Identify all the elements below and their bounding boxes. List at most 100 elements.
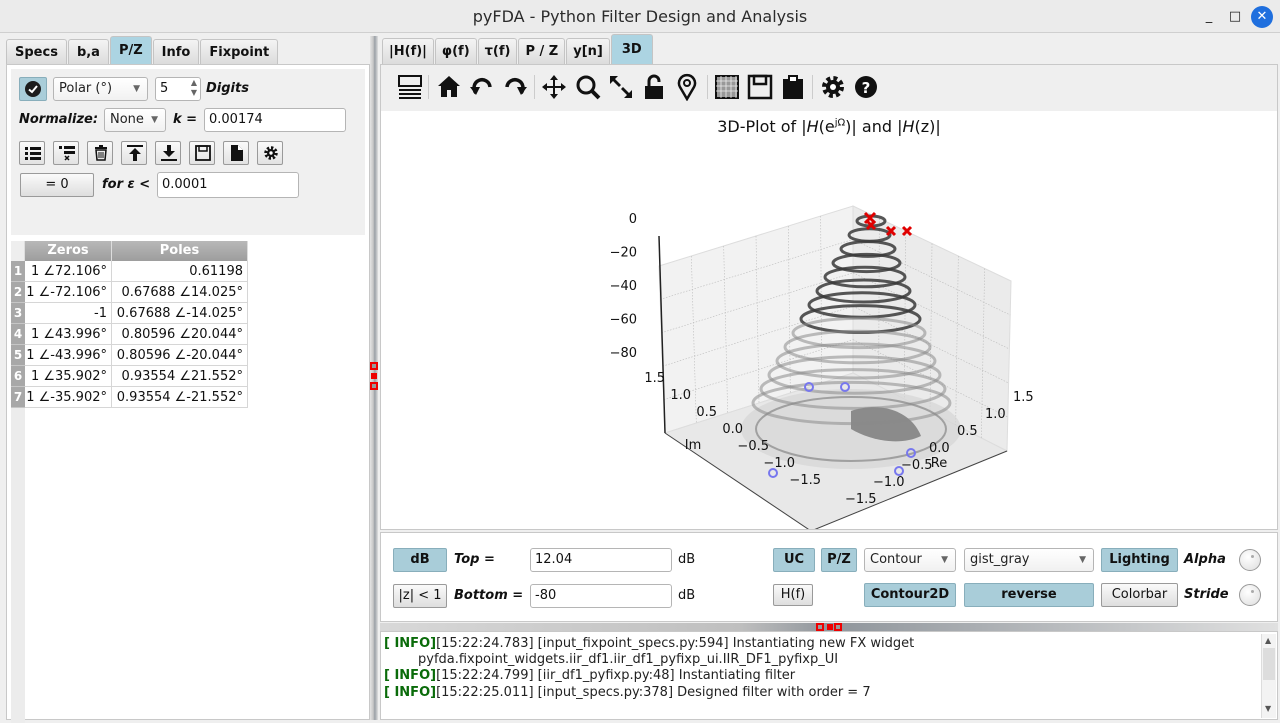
load-button[interactable]	[121, 141, 147, 165]
home-icon[interactable]	[435, 73, 463, 101]
splitter-handle-icon	[370, 362, 378, 370]
set-zero-button[interactable]: = 0	[20, 173, 94, 197]
pole-zero-button[interactable]: P/Z	[821, 548, 857, 572]
tab-info[interactable]: Info	[152, 39, 200, 64]
bottom-label: Bottom =	[454, 588, 524, 603]
zero-cell[interactable]: -1	[25, 303, 112, 324]
row-number[interactable]: 4	[11, 324, 25, 345]
db-toggle-button[interactable]: dB	[393, 548, 447, 572]
tab-3d[interactable]: 3D	[610, 34, 653, 64]
contour2d-button[interactable]: Contour2D	[864, 583, 956, 607]
pole-cell[interactable]: 0.80596 ∠-20.044°	[112, 345, 248, 366]
plot-controls: dB Top = 12.04 dB |z| < 1 Bottom = -80 d…	[380, 532, 1278, 622]
reverse-button[interactable]: reverse	[964, 583, 1094, 607]
settings-icon[interactable]	[819, 73, 847, 101]
digits-spinbox[interactable]: 5 ▲ ▼	[155, 77, 201, 101]
horizontal-splitter[interactable]	[380, 623, 1278, 631]
plot-type-select[interactable]: Contour ▼	[864, 548, 956, 572]
zero-cell[interactable]: 1 ∠35.902°	[25, 366, 112, 387]
row-number[interactable]: 7	[11, 387, 25, 408]
format-select[interactable]: Polar (°) ▼	[53, 77, 148, 101]
row-number[interactable]: 6	[11, 366, 25, 387]
tab-ba[interactable]: b,a	[67, 39, 109, 64]
pole-cell[interactable]: 0.61198	[112, 261, 248, 282]
log-console[interactable]: [ INFO][15:22:24.783] [input_fixpoint_sp…	[380, 631, 1278, 720]
help-icon[interactable]: ?	[852, 73, 880, 101]
scroll-down-icon[interactable]: ▼	[1265, 704, 1271, 713]
grid-icon[interactable]	[713, 73, 741, 101]
hf-button[interactable]: H(f)	[773, 584, 813, 606]
header-zeros[interactable]: Zeros	[25, 241, 112, 261]
redo-icon[interactable]	[501, 73, 529, 101]
delete-row-button[interactable]	[53, 141, 79, 165]
minimize-button[interactable]: _	[1200, 8, 1218, 26]
zoom-icon[interactable]	[574, 73, 602, 101]
pole-cell[interactable]: 0.93554 ∠-21.552°	[112, 387, 248, 408]
tab-fixpoint[interactable]: Fixpoint	[200, 39, 279, 64]
3d-plot-svg: 0 −20 −40 −60 −80 1.5 1.0 0.5 0.0 −0.5 −1.0 −1.5 1.5…	[610, 205, 1034, 529]
unit-circle-button[interactable]: UC	[773, 548, 815, 572]
im-axis-label: Im	[685, 438, 702, 453]
stride-dial[interactable]	[1239, 584, 1261, 606]
splitter-handle-icon	[827, 624, 833, 630]
maximize-button[interactable]: □	[1226, 8, 1244, 26]
row-number[interactable]: 3	[11, 303, 25, 324]
spin-arrows-icon[interactable]: ▲ ▼	[191, 78, 197, 98]
tab-phase[interactable]: φ(f)	[434, 38, 477, 64]
pole-cell[interactable]: 0.67688 ∠14.025°	[112, 282, 248, 303]
3d-plot-canvas[interactable]: 3D-Plot of |H(ejΩ)| and |H(z)| 0 −20 −40…	[381, 111, 1277, 529]
pole-cell[interactable]: 0.80596 ∠20.044°	[112, 324, 248, 345]
re-tick-label: 0.5	[957, 424, 978, 439]
log-text: [15:22:25.011] [input_specs.py:378] Desi…	[436, 685, 871, 700]
undo-icon[interactable]	[468, 73, 496, 101]
clear-table-button[interactable]	[87, 141, 113, 165]
lighting-button[interactable]: Lighting	[1101, 548, 1178, 572]
top-input[interactable]: 12.04	[530, 548, 672, 572]
pole-cell[interactable]: 0.67688 ∠-14.025°	[112, 303, 248, 324]
pole-cell[interactable]: 0.93554 ∠21.552°	[112, 366, 248, 387]
store-button[interactable]	[155, 141, 181, 165]
file-button[interactable]	[223, 141, 249, 165]
close-button[interactable]: ✕	[1251, 6, 1273, 28]
epsilon-input[interactable]: 0.0001	[157, 172, 299, 198]
zero-cell[interactable]: 1 ∠-43.996°	[25, 345, 112, 366]
tab-pz[interactable]: P/Z	[109, 36, 152, 64]
console-scrollbar[interactable]: ▲ ▼	[1261, 634, 1276, 718]
row-number[interactable]: 1	[11, 261, 25, 282]
top-unit: dB	[678, 552, 696, 567]
marker-icon[interactable]	[673, 73, 701, 101]
zero-cell[interactable]: 1 ∠-35.902°	[25, 387, 112, 408]
tab-impulse-response[interactable]: y[n]	[566, 38, 610, 64]
zero-cell[interactable]: 1 ∠72.106°	[25, 261, 112, 282]
add-row-button[interactable]	[19, 141, 45, 165]
save-icon[interactable]	[746, 73, 774, 101]
zero-cell[interactable]: 1 ∠43.996°	[25, 324, 112, 345]
tab-pole-zero[interactable]: P / Z	[518, 38, 566, 64]
zero-cell[interactable]: 1 ∠-72.106°	[25, 282, 112, 303]
row-number[interactable]: 2	[11, 282, 25, 303]
scrollbar-thumb[interactable]	[1263, 648, 1275, 680]
clipboard-icon[interactable]	[779, 73, 807, 101]
settings-button[interactable]	[257, 141, 283, 165]
tab-specs[interactable]: Specs	[6, 39, 67, 64]
colorbar-button[interactable]: Colorbar	[1101, 583, 1178, 607]
re-tick-label: 1.5	[1013, 390, 1034, 405]
scroll-up-icon[interactable]: ▲	[1265, 636, 1271, 645]
tab-group-delay[interactable]: τ(f)	[477, 38, 518, 64]
layout-icon[interactable]	[396, 73, 424, 101]
save-button[interactable]	[189, 141, 215, 165]
row-number[interactable]: 5	[11, 345, 25, 366]
header-poles[interactable]: Poles	[112, 241, 248, 261]
lock-icon[interactable]	[640, 73, 668, 101]
colormap-select[interactable]: gist_gray ▼	[964, 548, 1094, 572]
vertical-splitter[interactable]	[370, 36, 378, 720]
normalize-select[interactable]: None ▼	[104, 108, 166, 132]
alpha-dial[interactable]	[1239, 549, 1261, 571]
pan-icon[interactable]	[540, 73, 568, 101]
inside-unit-circle-button[interactable]: |z| < 1	[393, 584, 447, 608]
k-input[interactable]: 0.00174	[204, 108, 346, 132]
bottom-input[interactable]: -80	[530, 584, 672, 608]
tab-magnitude[interactable]: |H(f)|	[382, 38, 434, 64]
fullscreen-icon[interactable]	[607, 73, 635, 101]
enable-toggle-button[interactable]	[19, 77, 47, 101]
